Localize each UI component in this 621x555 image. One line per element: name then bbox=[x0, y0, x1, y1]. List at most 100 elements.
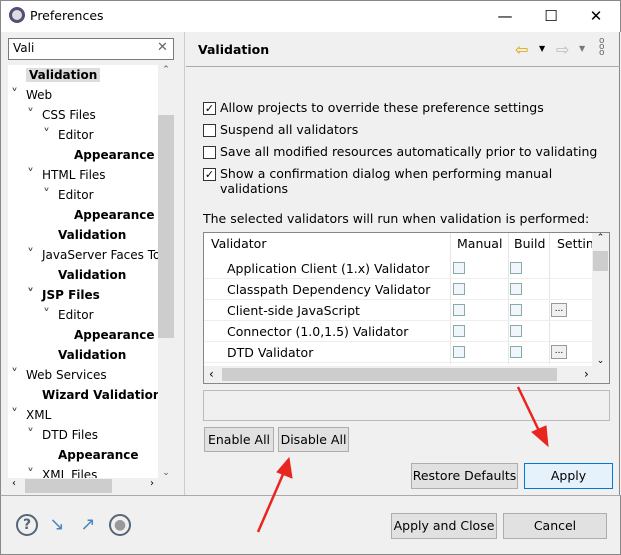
record-icon[interactable]: ● bbox=[109, 514, 131, 536]
close-icon[interactable]: ✕ bbox=[581, 4, 611, 28]
column-header-build[interactable]: Build bbox=[514, 236, 545, 251]
chevron-down-icon[interactable]: ˅ bbox=[43, 305, 50, 325]
import-icon[interactable]: ↘ bbox=[46, 514, 68, 536]
tree-item[interactable]: ˅ Web bbox=[11, 85, 52, 105]
validator-name: DTD Validator bbox=[227, 345, 314, 360]
tree-item-label: Editor bbox=[58, 188, 94, 202]
tree-item[interactable]: Appearance bbox=[58, 445, 139, 465]
tree-item[interactable]: ˅ Editor bbox=[43, 125, 94, 145]
build-checkbox[interactable] bbox=[510, 346, 522, 358]
option-checkbox[interactable]: ✓ bbox=[203, 102, 216, 115]
table-row[interactable]: DTD Validator ... bbox=[204, 342, 592, 363]
table-row[interactable]: Application Client (1.x) Validator bbox=[204, 258, 592, 279]
help-icon[interactable]: ? bbox=[16, 514, 38, 536]
manual-checkbox[interactable] bbox=[453, 346, 465, 358]
tree-item[interactable]: ˅ Editor bbox=[43, 185, 94, 205]
chevron-down-icon[interactable]: ˅ bbox=[11, 365, 18, 385]
table-row[interactable]: Classpath Dependency Validator bbox=[204, 279, 592, 300]
tree-item-label: JavaServer Faces To bbox=[42, 248, 158, 262]
option-checkbox[interactable] bbox=[203, 124, 216, 137]
chevron-down-icon[interactable]: ˅ bbox=[27, 285, 34, 305]
option-label[interactable]: Suspend all validators bbox=[220, 122, 358, 137]
tree-item[interactable]: ˅ JSP Files bbox=[27, 285, 100, 305]
chevron-down-icon[interactable]: ˅ bbox=[27, 105, 34, 125]
column-header-settings[interactable]: Settings bbox=[557, 236, 592, 251]
tree-item-label: Editor bbox=[58, 308, 94, 322]
chevron-down-icon[interactable]: ˅ bbox=[11, 85, 18, 105]
tree-item[interactable]: ˅ Web Services bbox=[11, 365, 107, 385]
chevron-down-icon[interactable]: ˅ bbox=[27, 165, 34, 185]
manual-checkbox[interactable] bbox=[453, 283, 465, 295]
option-checkbox[interactable] bbox=[203, 146, 216, 159]
table-horizontal-scrollbar[interactable]: ‹ › bbox=[204, 366, 609, 383]
chevron-down-icon[interactable]: ˅ bbox=[43, 185, 50, 205]
manual-checkbox[interactable] bbox=[453, 325, 465, 337]
back-dropdown-icon[interactable]: ▼ bbox=[539, 44, 545, 53]
tree-item-label: HTML Files bbox=[42, 168, 106, 182]
clear-filter-icon[interactable]: ✕ bbox=[157, 40, 168, 55]
tree-item[interactable]: Appearance bbox=[74, 325, 155, 345]
tree-item[interactable]: ˅ Editor bbox=[43, 305, 94, 325]
restore-defaults-button[interactable]: Restore Defaults bbox=[411, 463, 518, 489]
forward-dropdown-icon[interactable]: ▼ bbox=[579, 44, 585, 53]
chevron-down-icon[interactable]: ˅ bbox=[27, 465, 34, 478]
maximize-icon[interactable]: ☐ bbox=[536, 4, 566, 28]
build-checkbox[interactable] bbox=[510, 304, 522, 316]
tree-item-label: XML bbox=[26, 408, 52, 422]
chevron-down-icon[interactable]: ˅ bbox=[11, 405, 18, 425]
table-vertical-scrollbar[interactable]: ⌃ ⌄ bbox=[592, 233, 609, 366]
settings-button[interactable]: ... bbox=[551, 303, 567, 317]
apply-and-close-button[interactable]: Apply and Close bbox=[391, 513, 497, 539]
tree-item[interactable]: ˅ XML Files bbox=[27, 465, 98, 478]
tree-item[interactable]: Validation bbox=[58, 345, 126, 365]
table-row[interactable]: Connector (1.0,1.5) Validator bbox=[204, 321, 592, 342]
back-arrow-icon[interactable]: ⇦ bbox=[515, 40, 528, 59]
option-label[interactable]: Save all modified resources automaticall… bbox=[220, 144, 597, 159]
chevron-down-icon[interactable]: ˅ bbox=[27, 425, 34, 445]
tree-item[interactable]: ˅ JavaServer Faces To bbox=[27, 245, 158, 265]
enable-all-button[interactable]: Enable All bbox=[204, 427, 274, 452]
settings-button[interactable]: ... bbox=[551, 345, 567, 359]
tree-item[interactable]: ˅ CSS Files bbox=[27, 105, 96, 125]
tree-item[interactable]: ˅ DTD Files bbox=[27, 425, 98, 445]
apply-button[interactable]: Apply bbox=[524, 463, 613, 489]
build-checkbox[interactable] bbox=[510, 283, 522, 295]
option-checkbox[interactable]: ✓ bbox=[203, 168, 216, 181]
chevron-down-icon[interactable]: ˅ bbox=[43, 125, 50, 145]
tree-item[interactable]: ˅ XML bbox=[11, 405, 52, 425]
tree-item-label: XML Files bbox=[42, 468, 98, 478]
export-icon[interactable]: ↗ bbox=[77, 514, 99, 536]
column-header-validator[interactable]: Validator bbox=[211, 236, 266, 251]
tree-item[interactable]: Validation bbox=[58, 265, 126, 285]
tree-item[interactable]: Validation bbox=[58, 225, 126, 245]
forward-arrow-icon[interactable]: ⇨ bbox=[556, 40, 569, 59]
option-label[interactable]: Show a confirmation dialog when performi… bbox=[220, 166, 621, 196]
filter-input[interactable]: Vali bbox=[8, 38, 174, 60]
tree-item[interactable]: Appearance bbox=[74, 145, 155, 165]
option-label[interactable]: Allow projects to override these prefere… bbox=[220, 100, 544, 115]
tree-item[interactable]: ˅ HTML Files bbox=[27, 165, 106, 185]
tree-item[interactable]: Validation bbox=[26, 65, 101, 85]
table-caption: The selected validators will run when va… bbox=[203, 211, 590, 226]
tree-scroll-thumb[interactable] bbox=[158, 115, 174, 338]
tree-hscroll-thumb[interactable] bbox=[25, 479, 112, 493]
column-header-manual[interactable]: Manual bbox=[457, 236, 502, 251]
minimize-icon[interactable]: — bbox=[490, 4, 520, 28]
cancel-button[interactable]: Cancel bbox=[503, 513, 607, 539]
manual-checkbox[interactable] bbox=[453, 262, 465, 274]
manual-checkbox[interactable] bbox=[453, 304, 465, 316]
tree-item-label: Validation bbox=[58, 348, 127, 362]
table-row[interactable]: Client-side JavaScript ... bbox=[204, 300, 592, 321]
tree-item-label: Appearance bbox=[58, 448, 139, 462]
tree-item[interactable]: Appearance bbox=[74, 205, 155, 225]
chevron-down-icon[interactable]: ˅ bbox=[27, 245, 34, 265]
build-checkbox[interactable] bbox=[510, 325, 522, 337]
tree-item-label: DTD Files bbox=[42, 428, 98, 442]
tree-item[interactable]: Wizard Validation bbox=[42, 385, 158, 405]
tree-item-label: CSS Files bbox=[42, 108, 96, 122]
gear-icon bbox=[9, 7, 25, 23]
view-menu-icon[interactable]: ooo bbox=[599, 37, 605, 58]
validator-name: Connector (1.0,1.5) Validator bbox=[227, 324, 409, 339]
build-checkbox[interactable] bbox=[510, 262, 522, 274]
disable-all-button[interactable]: Disable All bbox=[278, 427, 349, 452]
